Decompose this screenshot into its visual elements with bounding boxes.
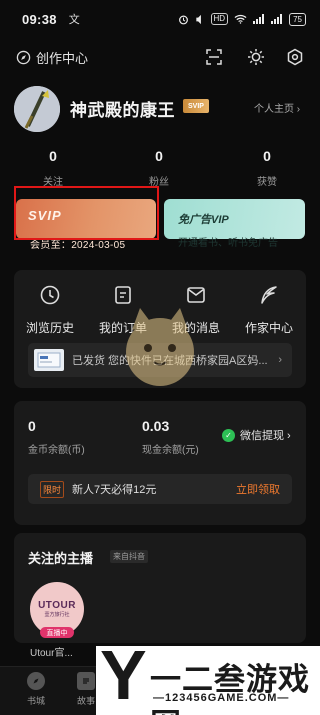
coin-balance-value: 0 xyxy=(28,418,36,434)
product-thumbnail xyxy=(34,349,64,371)
anchor-name[interactable]: Utour官... xyxy=(30,644,73,659)
creator-compass-icon xyxy=(16,50,31,65)
withdraw-label: 微信提现 › xyxy=(240,430,291,442)
theme-toggle-button[interactable] xyxy=(245,46,267,68)
compass-icon xyxy=(27,672,45,690)
anchors-source-tag: 来自抖音 xyxy=(110,550,148,563)
writer-center-button[interactable]: 作家中心 xyxy=(237,284,301,336)
limited-time-tag: 限时 xyxy=(40,480,65,498)
stat-label: 获赞 xyxy=(257,177,277,188)
action-label: 作家中心 xyxy=(244,321,293,335)
mute-icon xyxy=(195,14,201,24)
anchor-logo-sub: 壹方旅行社 xyxy=(44,612,70,618)
svip-badge: SVIP xyxy=(183,99,209,113)
browse-history-button[interactable]: 浏览历史 xyxy=(18,284,82,336)
status-time: 09:38 xyxy=(22,11,57,27)
translate-icon: 文 xyxy=(68,14,80,26)
stat-following[interactable]: 0 关注 xyxy=(13,148,93,188)
live-badge: 直播中 xyxy=(40,627,74,638)
watermark-url: —123456GAME.COM— xyxy=(153,692,290,704)
action-label: 浏览历史 xyxy=(25,321,74,335)
status-icons: HD 75 xyxy=(178,12,306,26)
signal-icon xyxy=(253,14,265,24)
promo-text: 新人7天必得12元 xyxy=(72,484,157,496)
mascot-icon xyxy=(126,308,194,386)
hd-chip: HD xyxy=(210,13,229,25)
battery-icon: 75 xyxy=(289,12,306,26)
nav-label: 书城 xyxy=(26,696,45,706)
product-image-icon xyxy=(37,352,61,368)
wechat-withdraw-button[interactable]: ✓ 微信提现 › xyxy=(222,427,291,443)
stat-value: 0 xyxy=(155,148,163,164)
nav-bookstore[interactable]: 书城 xyxy=(16,672,56,707)
stat-fans[interactable]: 0 粉丝 xyxy=(119,148,199,188)
highlight-box xyxy=(14,186,159,240)
avatar-image xyxy=(14,86,60,132)
wifi-icon xyxy=(234,14,247,24)
ad-free-vip-logo: 免广告VIP xyxy=(178,214,229,226)
settings-button[interactable] xyxy=(284,46,306,68)
coin-balance-label: 金币余额(币) xyxy=(28,445,85,456)
newbie-promo[interactable]: 限时 新人7天必得12元 立即领取 xyxy=(28,474,292,504)
clock-icon xyxy=(40,285,60,305)
quill-icon xyxy=(261,286,277,304)
stat-value: 0 xyxy=(49,148,57,164)
personal-homepage-link[interactable]: 个人主页 › xyxy=(254,100,300,115)
top-bar: 创作中心 xyxy=(0,42,320,72)
watermark-title: 一二叁游戏网 xyxy=(150,662,310,715)
signal-icon-2 xyxy=(271,14,283,24)
cash-balance-label: 现金余额(元) xyxy=(142,445,199,456)
avatar[interactable] xyxy=(14,86,60,132)
username: 神武殿的康王 xyxy=(70,101,175,120)
sun-icon xyxy=(248,49,264,65)
scan-button[interactable] xyxy=(203,46,225,68)
stat-value: 0 xyxy=(263,148,271,164)
anchor-logo: UTOUR xyxy=(38,600,76,611)
alarm-icon xyxy=(178,15,188,24)
claim-now-button[interactable]: 立即领取 xyxy=(236,481,280,497)
wechat-icon: ✓ xyxy=(222,428,235,442)
gear-icon xyxy=(287,48,303,66)
watermark-letter: Y xyxy=(100,636,147,714)
book-icon xyxy=(77,672,95,690)
creator-center-button[interactable]: 创作中心 xyxy=(16,48,88,67)
scan-icon xyxy=(206,49,222,65)
stat-likes[interactable]: 0 获赞 xyxy=(227,148,307,188)
cash-balance-value: 0.03 xyxy=(142,418,170,434)
creator-center-label: 创作中心 xyxy=(36,51,89,66)
anchors-title: 关注的主播 xyxy=(28,551,94,566)
chevron-right-icon: › xyxy=(278,354,282,366)
ad-free-vip-desc: 开通看书、听书免广告 xyxy=(178,238,278,249)
status-bar: 09:38 文 HD 75 xyxy=(0,0,320,38)
